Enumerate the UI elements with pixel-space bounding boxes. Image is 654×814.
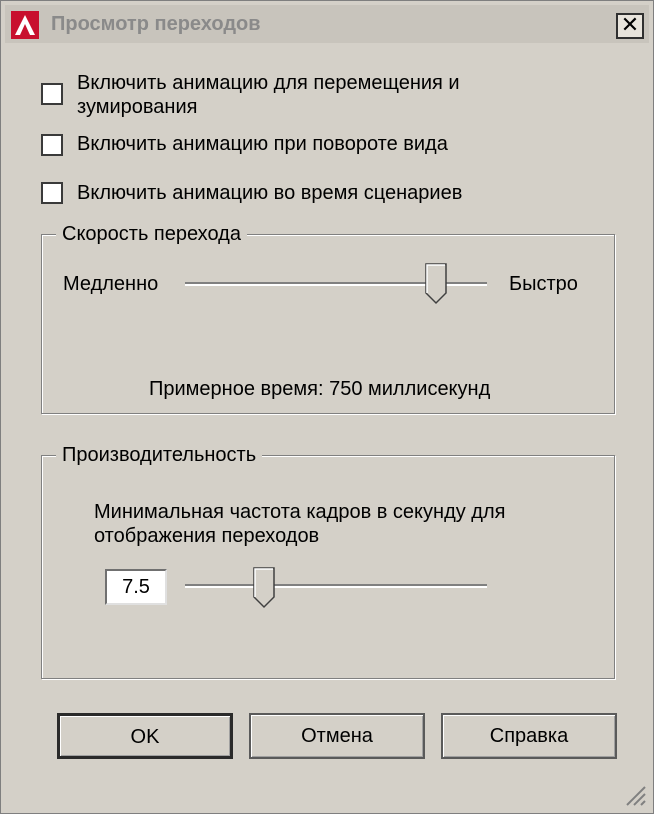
speed-slider-thumb[interactable] [424, 263, 447, 305]
fps-value-field[interactable]: 7.5 [105, 569, 167, 605]
help-button[interactable]: Справка [441, 713, 617, 759]
performance-group: Производительность [41, 442, 615, 679]
ok-button[interactable]: OK [57, 713, 233, 759]
resize-grip-icon[interactable] [621, 781, 647, 807]
dialog-title: Просмотр переходов [51, 13, 261, 35]
approx-time-text: Примерное время: 750 миллисекунд [149, 378, 491, 400]
min-fps-description: Минимальная частота кадров в секунду для… [94, 501, 506, 547]
performance-title: Производительность [56, 442, 263, 468]
close-icon: ✕ [620, 12, 640, 37]
cancel-button[interactable]: Отмена [249, 713, 425, 759]
slow-label: Медленно [63, 273, 159, 295]
pan-zoom-animation-checkbox[interactable] [41, 83, 63, 105]
title-bar[interactable]: Просмотр переходов ✕ [5, 5, 649, 43]
pan-zoom-animation-label: Включить анимацию для перемещения и зуми… [77, 72, 460, 118]
fps-slider-track[interactable] [185, 584, 487, 588]
autocad-logo-icon [11, 11, 39, 39]
script-animation-label: Включить анимацию во время сценариев [77, 182, 463, 204]
rotate-animation-label: Включить анимацию при повороте вида [77, 133, 448, 155]
fast-label: Быстро [509, 273, 578, 295]
close-button[interactable]: ✕ [616, 13, 644, 39]
fps-slider-thumb[interactable] [252, 567, 275, 609]
script-animation-checkbox[interactable] [41, 182, 63, 204]
transition-view-dialog: Просмотр переходов ✕ Включить анимацию д… [0, 0, 654, 814]
transition-speed-title: Скорость перехода [56, 221, 247, 247]
rotate-animation-checkbox[interactable] [41, 134, 63, 156]
